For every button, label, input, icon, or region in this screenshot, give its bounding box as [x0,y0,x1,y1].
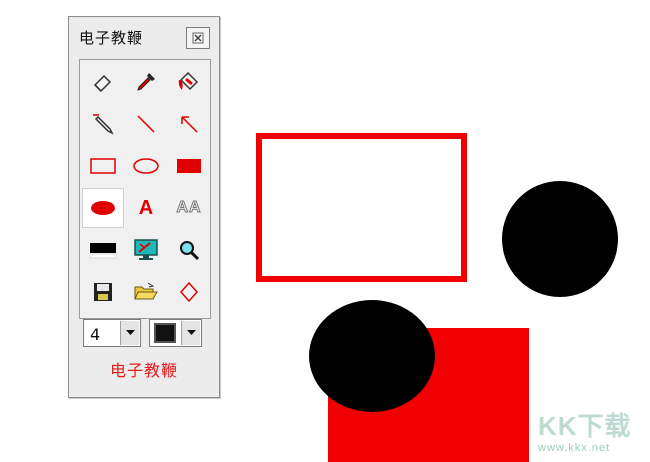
magnifier-icon [180,241,200,261]
eraser-icon [93,74,112,93]
magnifier-tool[interactable] [168,230,210,270]
open-folder-tool[interactable] [125,272,167,312]
close-icon [192,32,204,44]
pen-tool[interactable] [82,104,124,144]
drawn-black-circle-right [502,181,618,297]
pen-size-select[interactable]: 4 [83,319,141,347]
save-icon [94,283,112,301]
black-bar-icon [89,243,117,259]
text-icon: A [138,196,154,219]
eyedropper-tool[interactable] [125,62,167,102]
color-swatch [154,323,176,343]
tool-grid: A AA [79,59,211,319]
arrow-tool[interactable] [168,104,210,144]
ellipse-outline-icon [133,158,159,174]
paint-bucket-icon [178,71,199,91]
pen-size-value: 4 [90,325,101,344]
line-icon [137,115,155,133]
text-tool[interactable]: A [125,188,167,228]
diamond-tool[interactable] [168,272,210,312]
pen-color-dropdown-button[interactable] [181,321,200,345]
pen-color-select[interactable] [149,319,202,347]
chevron-down-icon [125,330,135,335]
app-name-label: 电子教鞭 [109,361,178,380]
drawn-black-ellipse-left [309,300,435,412]
rectangle-outline-icon [90,158,116,174]
pen-size-dropdown-button[interactable] [120,321,139,345]
rectangle-filled-tool[interactable] [168,146,210,186]
drawn-red-rectangle-outline [256,133,467,282]
watermark: KK下载 www.kkx.net [528,402,648,460]
black-bar-tool[interactable] [82,230,124,270]
rectangle-filled-icon [177,159,201,173]
open-folder-icon [134,282,158,300]
ellipse-filled-tool[interactable] [82,188,124,228]
chevron-down-icon [186,330,196,335]
watermark-url: www.kkx.net [538,442,611,454]
save-tool[interactable] [82,272,124,312]
line-tool[interactable] [125,104,167,144]
ellipse-filled-icon [91,201,115,215]
arrow-icon [181,116,198,133]
watermark-logo: KK下载 [538,411,632,441]
eraser-tool[interactable] [82,62,124,102]
screen-tool[interactable] [125,230,167,270]
close-button[interactable] [186,27,210,49]
paint-bucket-tool[interactable] [168,62,210,102]
text-outline-icon: AA [176,199,202,217]
window-title: 电子教鞭 [79,29,144,47]
diamond-icon [179,281,199,303]
eyedropper-icon [137,73,155,91]
text-outline-tool[interactable]: AA [168,188,210,228]
screen-icon [134,239,158,260]
title-bar[interactable]: 电子教鞭 [69,17,219,53]
rectangle-outline-tool[interactable] [82,146,124,186]
ellipse-outline-tool[interactable] [125,146,167,186]
teaching-pointer-toolbox: 电子教鞭 A AA 4 电子教鞭 [68,16,220,398]
pen-icon [93,114,114,135]
